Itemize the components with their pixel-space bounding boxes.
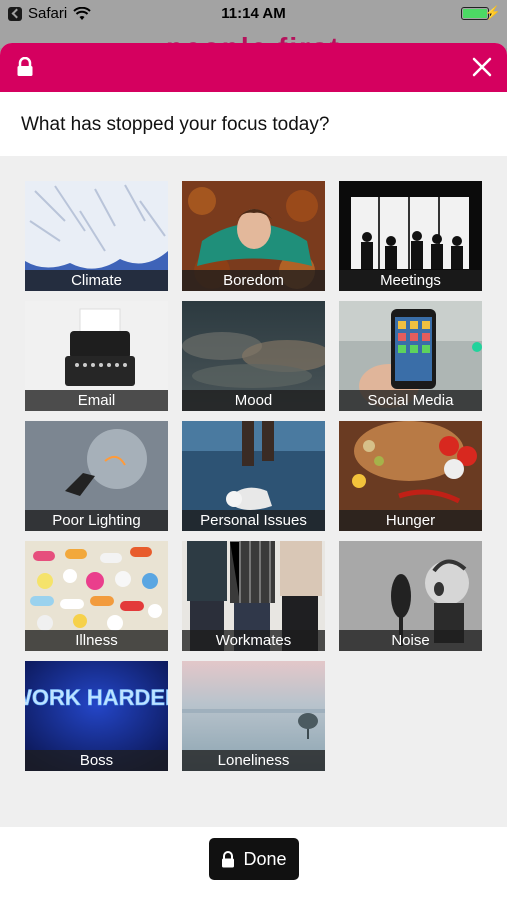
close-icon[interactable] (471, 56, 493, 78)
status-time: 11:14 AM (221, 5, 286, 22)
tile-label: Poor Lighting (25, 510, 168, 531)
tile-label: Email (25, 390, 168, 411)
tile-label: Mood (182, 390, 325, 411)
tile-personal-issues[interactable]: Personal Issues (182, 421, 325, 531)
tile-poor-lighting[interactable]: Poor Lighting (25, 421, 168, 531)
tile-noise[interactable]: Noise (339, 541, 482, 651)
tile-label: Boss (25, 750, 168, 771)
tile-label: Climate (25, 270, 168, 291)
tile-email[interactable]: Email (25, 301, 168, 411)
focus-modal: What has stopped your focus today? Clima… (0, 43, 507, 900)
tile-label: Boredom (182, 270, 325, 291)
tile-boss[interactable]: WORK HARDER Boss (25, 661, 168, 771)
tile-hunger[interactable]: Hunger (339, 421, 482, 531)
done-label: Done (243, 848, 287, 869)
tile-loneliness[interactable]: Loneliness (182, 661, 325, 771)
lock-icon (17, 57, 33, 76)
done-button[interactable]: Done (209, 838, 299, 880)
tile-label: Social Media (339, 390, 482, 411)
modal-question: What has stopped your focus today? (0, 92, 507, 156)
tile-mood[interactable]: Mood (182, 301, 325, 411)
tile-label: Personal Issues (182, 510, 325, 531)
tile-label: Meetings (339, 270, 482, 291)
tile-boredom[interactable]: Boredom (182, 181, 325, 291)
tile-label: Illness (25, 630, 168, 651)
status-bar: Safari 11:14 AM ⚡ (0, 0, 507, 28)
tile-label: Hunger (339, 510, 482, 531)
tile-meetings[interactable]: Meetings (339, 181, 482, 291)
tile-workmates[interactable]: Workmates (182, 541, 325, 651)
tile-illness[interactable]: Illness (25, 541, 168, 651)
charging-icon: ⚡ (484, 5, 501, 20)
tile-label: Noise (339, 630, 482, 651)
modal-header (0, 43, 507, 92)
modal-footer: Done (0, 827, 507, 900)
tile-social-media[interactable]: Social Media (339, 301, 482, 411)
tile-label: Workmates (182, 630, 325, 651)
svg-text:WORK HARDER: WORK HARDER (25, 685, 168, 710)
tile-climate[interactable]: Climate (25, 181, 168, 291)
tile-label: Loneliness (182, 750, 325, 771)
lock-icon (222, 850, 235, 867)
